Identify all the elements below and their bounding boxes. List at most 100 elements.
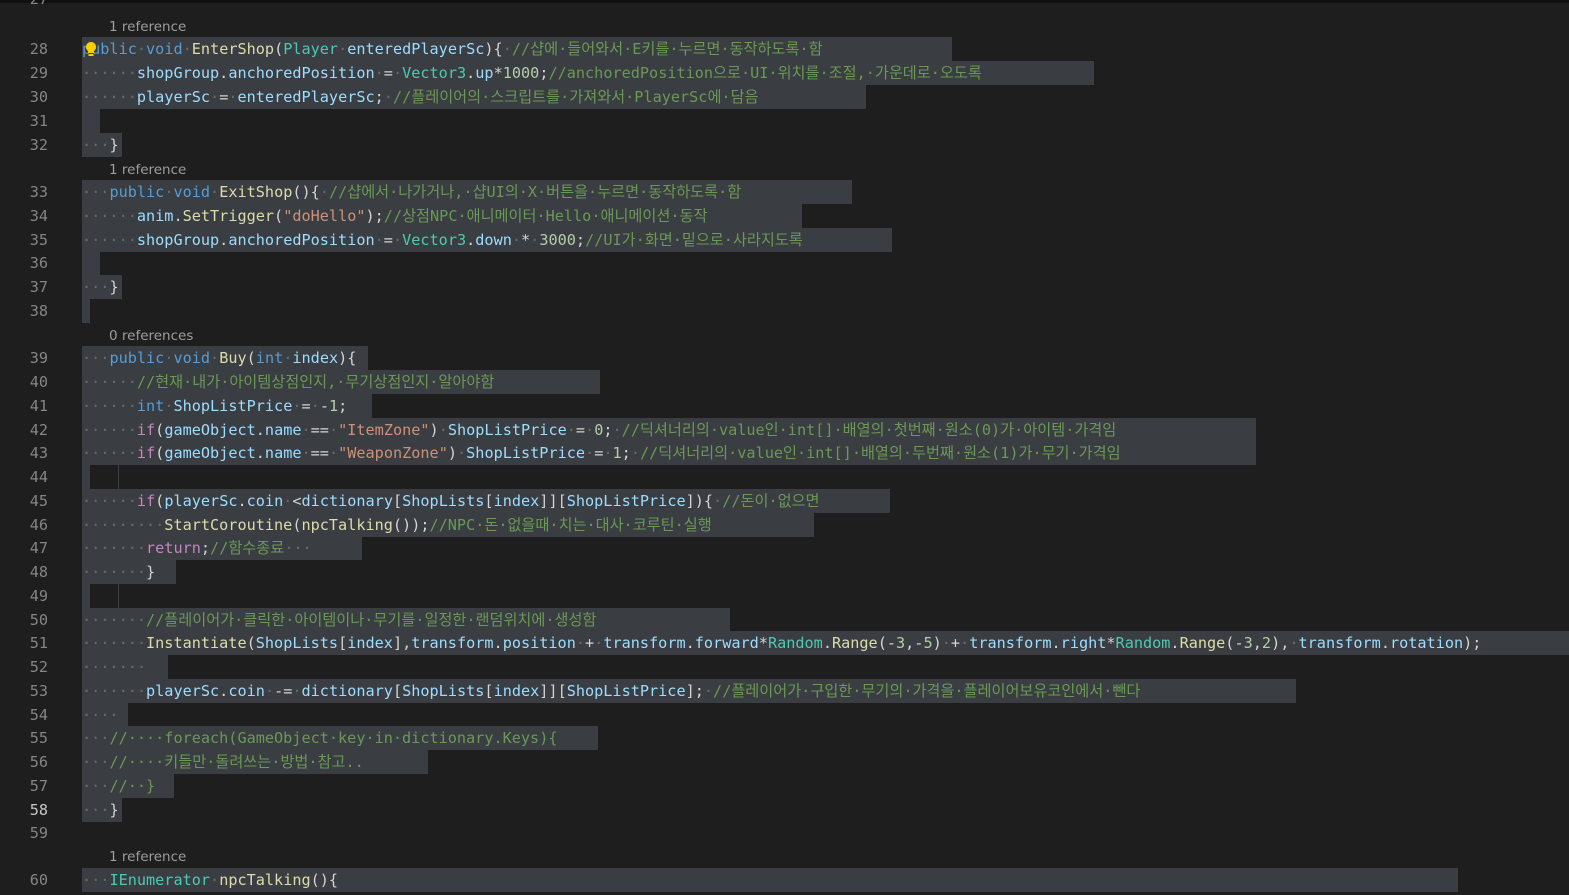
line-code[interactable]: ···//····foreach(GameObject·key·in·dicti…: [82, 726, 557, 750]
code-line[interactable]: 33 ···public·void·ExitShop(){·//샵에서·나가거나,…: [0, 180, 1569, 204]
code-token: .: [237, 492, 247, 510]
line-code[interactable]: ···}: [82, 275, 119, 299]
line-code[interactable]: ······shopGroup.anchoredPosition·=·Vecto…: [82, 228, 803, 252]
line-code[interactable]: ·········StartCoroutine(npcTalking());//…: [82, 513, 712, 537]
line-code[interactable]: ·······//플레이어가·클릭한·아이템이나·무기를·일정한·랜덤위치에·생…: [82, 608, 596, 632]
code-token: ···: [82, 278, 110, 296]
line-number: 38: [29, 302, 48, 320]
line-number: 53: [29, 682, 48, 700]
code-line[interactable]: 37 ···}: [0, 275, 1569, 299]
code-line[interactable]: 39 ···public·void·Buy(int·index){: [0, 346, 1569, 370]
code-line[interactable]: 51 ·······Instantiate(ShopLists[index],tr…: [0, 631, 1569, 655]
code-token: ,: [1252, 634, 1262, 652]
code-token: ·: [612, 421, 622, 439]
code-token: ····: [82, 706, 119, 724]
code-token: ){: [484, 40, 503, 58]
code-token: ExitShop: [219, 183, 293, 201]
line-code[interactable]: ······if(gameObject.name·==·"WeaponZone"…: [82, 441, 1121, 465]
code-line[interactable]: 57 ···//··}: [0, 774, 1569, 798]
code-token: ==: [310, 421, 329, 439]
code-token: ·: [585, 421, 595, 439]
code-line[interactable]: 31: [0, 109, 1569, 133]
code-token: ······: [82, 88, 137, 106]
code-line[interactable]: 43 ······if(gameObject.name·==·"WeaponZon…: [0, 441, 1569, 465]
line-code[interactable]: ·······return;//함수종료···: [82, 536, 312, 560]
code-token: ·: [566, 421, 576, 439]
line-code[interactable]: ······playerSc·=·enteredPlayerSc;·//플레이어…: [82, 85, 759, 109]
line-code[interactable]: ···public·void·Buy(int·index){: [82, 346, 356, 370]
code-line[interactable]: 60 ···IEnumerator·npcTalking(){: [0, 868, 1569, 892]
code-line[interactable]: 41 ······int·ShopListPrice·=·-1;: [0, 394, 1569, 418]
code-line[interactable]: 52 ·······: [0, 655, 1569, 679]
code-line[interactable]: 35 ······shopGroup.anchoredPosition·=·Vec…: [0, 228, 1569, 252]
code-token: //NPC·돈·없을때·치는·대사·코루틴·실행: [429, 516, 712, 534]
code-token: ······: [82, 397, 137, 415]
code-line[interactable]: 48 ·······}: [0, 560, 1569, 584]
code-token: enteredPlayerSc: [237, 88, 375, 106]
code-line[interactable]: 53 ·······playerSc.coin·-=·dictionary[Sho…: [0, 679, 1569, 703]
line-code[interactable]: ·······playerSc.coin·-=·dictionary[ShopL…: [82, 679, 1140, 703]
code-token: ···: [82, 729, 110, 747]
code-line[interactable]: 40 ······//현재·내가·아이템상점인지,·무기상점인지·알아야함: [0, 370, 1569, 394]
code-line[interactable]: 50 ·······//플레이어가·클릭한·아이템이나·무기를·일정한·랜덤위치에…: [0, 608, 1569, 632]
line-code[interactable]: ······int·ShopListPrice·=·-1;: [82, 394, 347, 418]
line-code[interactable]: ·······}: [82, 560, 155, 584]
line-code[interactable]: ······if(gameObject.name·==·"ItemZone")·…: [82, 418, 1116, 442]
code-lens-references[interactable]: 1 reference: [109, 160, 186, 180]
code-line[interactable]: 42 ······if(gameObject.name·==·"ItemZone"…: [0, 418, 1569, 442]
code-line[interactable]: 36: [0, 251, 1569, 275]
line-code[interactable]: ·······: [82, 655, 146, 679]
code-token: "ItemZone": [338, 421, 430, 439]
line-code[interactable]: ······//현재·내가·아이템상점인지,·무기상점인지·알아야함: [82, 370, 494, 394]
code-line[interactable]: 49: [0, 584, 1569, 608]
code-token: ·: [603, 444, 613, 462]
line-code[interactable]: ···}: [82, 798, 119, 822]
code-lens-references[interactable]: 1 reference: [109, 17, 186, 37]
code-token: transform: [603, 634, 686, 652]
code-token: =: [594, 444, 604, 462]
line-code[interactable]: ······anim.SetTrigger("doHello");//상점NPC…: [82, 204, 707, 228]
code-token: int: [136, 397, 165, 415]
lightbulb-icon[interactable]: [83, 41, 99, 57]
code-line[interactable]: 34 ······anim.SetTrigger("doHello");//상점N…: [0, 204, 1569, 228]
code-line[interactable]: 32 ···}: [0, 133, 1569, 157]
code-token: (){: [292, 183, 320, 201]
code-line[interactable]: 30 ······playerSc·=·enteredPlayerSc;·//플레…: [0, 85, 1569, 109]
code-token: public: [109, 183, 165, 201]
line-code[interactable]: ······shopGroup.anchoredPosition·=·Vecto…: [82, 61, 982, 85]
code-line[interactable]: 28 public·void·EnterShop(Player·enteredPl…: [0, 37, 1569, 61]
code-token: ShopListPrice: [566, 492, 686, 510]
code-line[interactable]: 45 ······if(playerSc.coin·<dictionary[Sho…: [0, 489, 1569, 513]
line-code[interactable]: ···public·void·ExitShop(){·//샵에서·나가거나,·샵…: [82, 180, 741, 204]
line-code[interactable]: ······if(playerSc.coin·<dictionary[ShopL…: [82, 489, 820, 513]
code-line[interactable]: 44: [0, 465, 1569, 489]
code-lens-references[interactable]: 0 references: [109, 326, 193, 346]
code-line[interactable]: 58 ···}: [0, 798, 1569, 822]
code-lens-references[interactable]: 1 reference: [109, 847, 186, 867]
line-code[interactable]: ···//··}: [82, 774, 155, 798]
line-code[interactable]: ·······Instantiate(ShopLists[index],tran…: [82, 631, 1481, 655]
code-token: ],: [392, 634, 412, 652]
code-line[interactable]: 59: [0, 821, 1569, 845]
code-line[interactable]: 46 ·········StartCoroutine(npcTalking());…: [0, 513, 1569, 537]
line-code[interactable]: ···}: [82, 133, 119, 157]
line-code[interactable]: ···//····키들만·돌려쓰는·방법·참고..: [82, 750, 364, 774]
code-token: =: [383, 64, 393, 82]
line-code[interactable]: public·void·EnterShop(Player·enteredPlay…: [82, 37, 823, 61]
code-token: .: [173, 207, 183, 225]
code-token: ;: [374, 88, 384, 106]
code-token: +: [950, 634, 961, 652]
line-number: 29: [29, 64, 48, 82]
code-line[interactable]: 54 ····: [0, 703, 1569, 727]
code-token: ·: [383, 88, 393, 106]
code-line[interactable]: 38: [0, 299, 1569, 323]
code-editor[interactable]: 27 1 reference28public·void·EnterShop(Pl…: [0, 0, 1569, 895]
code-line[interactable]: 29 ······shopGroup.anchoredPosition·=·Vec…: [0, 61, 1569, 85]
code-line[interactable]: 55 ···//····foreach(GameObject·key·in·dic…: [0, 726, 1569, 750]
line-code[interactable]: ····: [82, 703, 119, 727]
code-token: Random: [767, 634, 823, 652]
code-token: }: [109, 278, 119, 296]
code-line[interactable]: 56 ···//····키들만·돌려쓰는·방법·참고..: [0, 750, 1569, 774]
code-line[interactable]: 47 ·······return;//함수종료···: [0, 536, 1569, 560]
line-code[interactable]: ···IEnumerator·npcTalking(){: [82, 868, 338, 892]
